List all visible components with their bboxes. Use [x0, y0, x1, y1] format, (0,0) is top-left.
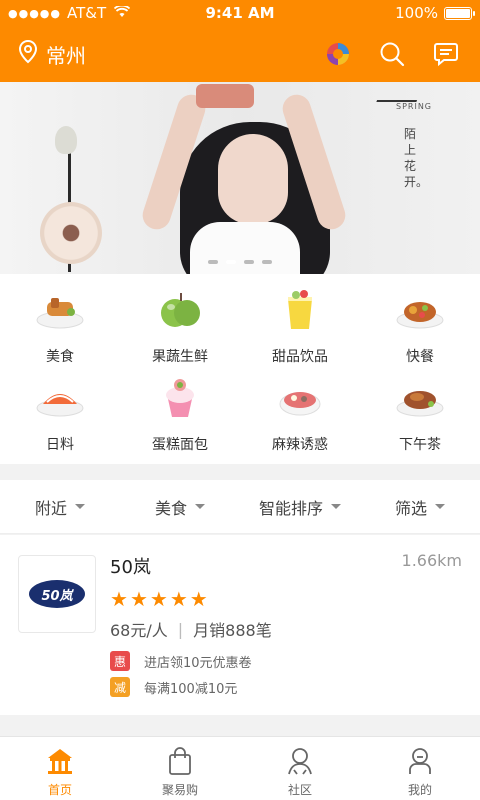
- promo-text: 进店领10元优惠卷: [144, 655, 252, 671]
- promo-discount: 减 每满100减10元: [110, 677, 237, 697]
- filter-label: 智能排序: [258, 498, 323, 518]
- bottom-tab-bar: 首页 聚易购 社区 我的: [0, 736, 480, 800]
- header-actions: [300, 38, 462, 70]
- star-icon: ★: [149, 587, 168, 611]
- bamboo-illustration: [376, 82, 424, 102]
- caret-down-icon: [331, 504, 341, 509]
- category-item-dessert[interactable]: 甜品饮品: [240, 284, 360, 372]
- status-bar: ●●●●● AT&T 9:41 AM 100%: [0, 0, 480, 26]
- shop-distance: 1.66km: [401, 551, 462, 570]
- caret-down-icon: [195, 504, 205, 509]
- tab-label: 我的: [407, 783, 432, 797]
- shopping-bag-icon: [164, 745, 196, 777]
- star-rating: ★ ★ ★ ★ ★: [110, 587, 210, 611]
- category-label: 日料: [46, 437, 74, 453]
- promo-tag: 减: [110, 677, 130, 697]
- dessert-drink-icon: [274, 284, 326, 336]
- meta-divider: |: [177, 619, 184, 639]
- category-label: 蛋糕面包: [152, 437, 208, 453]
- filter-label: 筛选: [394, 498, 427, 518]
- filter-label: 附近: [34, 498, 67, 518]
- food-icon: [34, 284, 86, 336]
- filter-sort[interactable]: 智能排序: [240, 480, 360, 533]
- shop-name: 50岚: [110, 557, 151, 578]
- shop-logo: 50岚: [18, 555, 96, 633]
- shop-price: 68元/人: [110, 621, 168, 640]
- tab-label: 首页: [47, 783, 72, 797]
- banner-box-illustration: [196, 84, 254, 108]
- banner-page-indicator: [0, 260, 480, 264]
- star-icon: ★: [110, 587, 128, 611]
- banner-model-top: [190, 222, 300, 274]
- location-selector[interactable]: 常州: [18, 39, 86, 69]
- category-label: 甜品饮品: [272, 349, 328, 365]
- category-item-fresh[interactable]: 果蔬生鲜: [120, 284, 240, 372]
- cupcake-icon: [154, 372, 206, 424]
- category-label: 果蔬生鲜: [152, 349, 208, 365]
- category-item-spicy[interactable]: 麻辣诱惑: [240, 372, 360, 464]
- tab-profile[interactable]: 我的: [360, 737, 480, 800]
- promo-banner[interactable]: SPRING 陌上花开。: [0, 82, 480, 274]
- banner-spring-text: SPRING: [396, 102, 433, 111]
- shop-meta: 68元/人 | 月销888笔: [110, 617, 272, 641]
- category-label: 美食: [46, 349, 74, 365]
- sushi-icon: [34, 372, 86, 424]
- flower-illustration: [40, 202, 102, 264]
- filter-label: 美食: [154, 498, 187, 518]
- category-item-food[interactable]: 美食: [0, 284, 120, 372]
- afternoon-tea-icon: [394, 372, 446, 424]
- tab-shopping[interactable]: 聚易购: [120, 737, 240, 800]
- profile-icon: [404, 745, 436, 777]
- status-right: 100%: [395, 4, 475, 22]
- home-icon: [44, 745, 76, 777]
- banner-poem-text: 陌上花开。: [404, 127, 429, 189]
- category-label: 下午茶: [399, 437, 441, 453]
- shop-logo-mark: 50岚: [29, 580, 85, 608]
- page-dot[interactable]: [244, 260, 254, 264]
- tab-label: 聚易购: [161, 783, 198, 797]
- category-grid: 美食 果蔬生鲜 甜品饮品 快餐 日料 蛋糕面包 麻辣诱惑 下午茶: [0, 274, 480, 464]
- flower-bud-illustration: [55, 126, 77, 154]
- promo-coupon: 惠 进店领10元优惠卷: [110, 651, 252, 671]
- caret-down-icon: [75, 504, 85, 509]
- promo-text: 每满100减10元: [144, 681, 238, 697]
- star-icon: ★: [129, 587, 148, 611]
- search-icon[interactable]: [376, 38, 408, 70]
- caret-down-icon: [435, 504, 445, 509]
- filter-screen[interactable]: 筛选: [360, 480, 480, 533]
- fast-food-icon: [394, 284, 446, 336]
- page-dot[interactable]: [208, 260, 218, 264]
- tab-community[interactable]: 社区: [240, 737, 360, 800]
- filter-category[interactable]: 美食: [120, 480, 240, 533]
- category-label: 快餐: [406, 349, 434, 365]
- city-label: 常州: [46, 44, 86, 68]
- filter-bar: 附近 美食 智能排序 筛选: [0, 480, 480, 534]
- community-icon: [284, 745, 316, 777]
- category-item-tea[interactable]: 下午茶: [360, 372, 480, 464]
- page-dot-active[interactable]: [226, 260, 236, 264]
- tab-home[interactable]: 首页: [0, 737, 120, 800]
- category-label: 麻辣诱惑: [272, 437, 328, 453]
- spicy-food-icon: [274, 372, 326, 424]
- shop-list-item[interactable]: 50岚 50岚 1.66km ★ ★ ★ ★ ★ 68元/人 | 月销888笔 …: [0, 535, 480, 715]
- shop-monthly-sales: 月销888笔: [193, 621, 272, 640]
- top-header: 常州: [0, 26, 480, 82]
- app-logo-icon[interactable]: [322, 38, 354, 70]
- tab-label: 社区: [287, 783, 312, 797]
- banner-model-face: [218, 134, 288, 224]
- star-icon: ★: [169, 587, 188, 611]
- category-item-cake[interactable]: 蛋糕面包: [120, 372, 240, 464]
- page-dot[interactable]: [262, 260, 272, 264]
- location-pin-icon: [18, 39, 46, 69]
- category-item-fastfood[interactable]: 快餐: [360, 284, 480, 372]
- battery-icon: [444, 6, 475, 20]
- battery-percent: 100%: [395, 4, 438, 22]
- star-icon: ★: [189, 587, 208, 611]
- category-item-japanese[interactable]: 日料: [0, 372, 120, 464]
- apple-icon: [154, 284, 206, 336]
- promo-tag: 惠: [110, 651, 130, 671]
- filter-nearby[interactable]: 附近: [0, 480, 120, 533]
- message-icon[interactable]: [430, 38, 462, 70]
